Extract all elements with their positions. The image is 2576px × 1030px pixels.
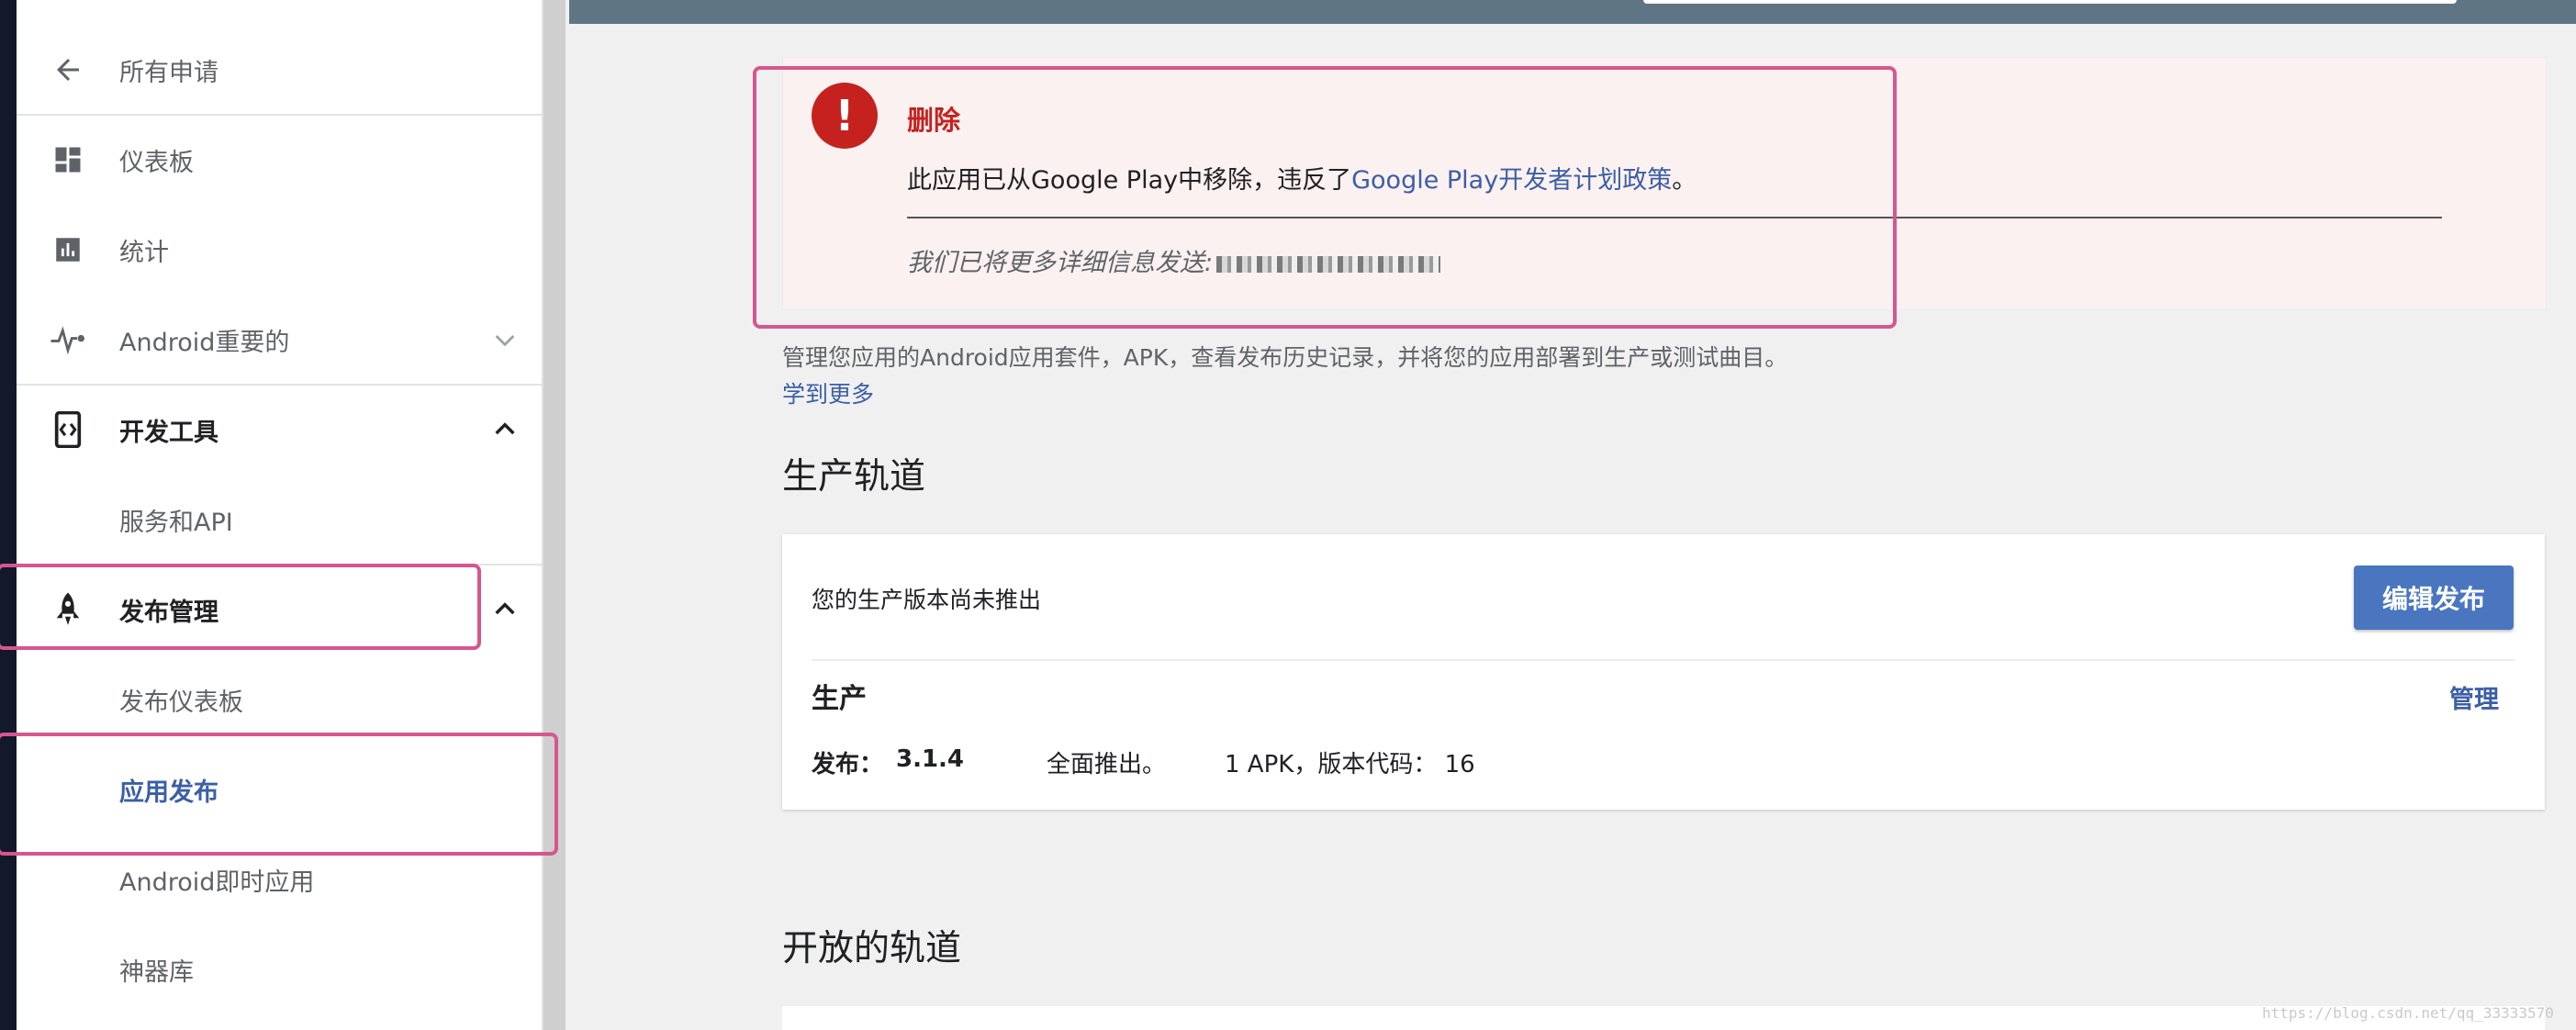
sidebar-item-services-api[interactable]: 服务和API [17,475,542,565]
chevron-up-icon[interactable] [490,415,520,444]
sidebar-item-label: 开发工具 [119,418,218,447]
chevron-down-icon[interactable] [490,325,520,354]
manage-link[interactable]: 管理 [2449,679,2499,715]
sidebar-item-android-vitals[interactable]: Android重要的 [17,295,542,385]
sidebar-item-label: 服务和API [119,508,233,537]
apk-info: 1 APK，版本代码： 16 [1225,751,1475,778]
production-track-title: 生产轨道 [782,456,926,498]
search-input[interactable] [1643,0,2457,4]
rollout-status: 全面推出。 [1047,751,1167,778]
production-status: 您的生产版本尚未推出 [812,587,1042,613]
intro-text: 管理您应用的Android应用套件，APK，查看发布历史记录，并将您的应用部署到… [782,344,1788,371]
sidebar-item-artifact-library[interactable]: 神器库 [17,924,542,1014]
sidebar-item-dashboard[interactable]: 仪表板 [17,115,542,205]
edit-release-button[interactable]: 编辑发布 [2354,565,2514,630]
sidebar-scrollbar[interactable] [542,0,566,1030]
learn-more-link[interactable]: 学到更多 [782,376,874,409]
sidebar-item-statistics[interactable]: 统计 [17,205,542,295]
dashboard-icon [50,141,86,178]
sidebar-item-label: Android即时应用 [119,868,315,897]
sidebar-item-label: 发布仪表板 [119,688,243,717]
chevron-up-icon[interactable] [490,595,520,624]
sidebar-item-release-dashboard[interactable]: 发布仪表板 [17,655,542,745]
sidebar: 所有申请 仪表板 统计 Android重要的 开发工具 服务和API 发布管理 … [17,0,542,1030]
sidebar-item-label: 仪表板 [119,148,194,177]
card-divider [812,659,2515,661]
sidebar-item-label: Android重要的 [119,328,290,357]
highlight-box-alert [753,66,1897,329]
dev-tools-icon [50,411,86,448]
sidebar-item-dev-tools[interactable]: 开发工具 [17,385,542,475]
highlight-box-app-releases [0,733,558,856]
release-label: 发布： [812,751,884,778]
watermark: https://blog.csdn.net/qq_33333570 [2262,1004,2554,1022]
open-track-title: 开放的轨道 [782,928,962,969]
pulse-icon [50,321,86,358]
sidebar-item-label: 神器库 [119,957,194,987]
sidebar-back-all-apps[interactable]: 所有申请 [17,25,542,115]
sidebar-back-label: 所有申请 [119,58,218,87]
highlight-box-release-management [0,564,481,650]
sidebar-item-label: 统计 [119,238,169,267]
track-name: 生产 [812,683,867,715]
release-version: 3.1.4 [896,745,965,773]
arrow-back-icon [50,51,86,88]
desktop-background [0,0,17,1030]
bar-chart-icon [50,231,86,268]
